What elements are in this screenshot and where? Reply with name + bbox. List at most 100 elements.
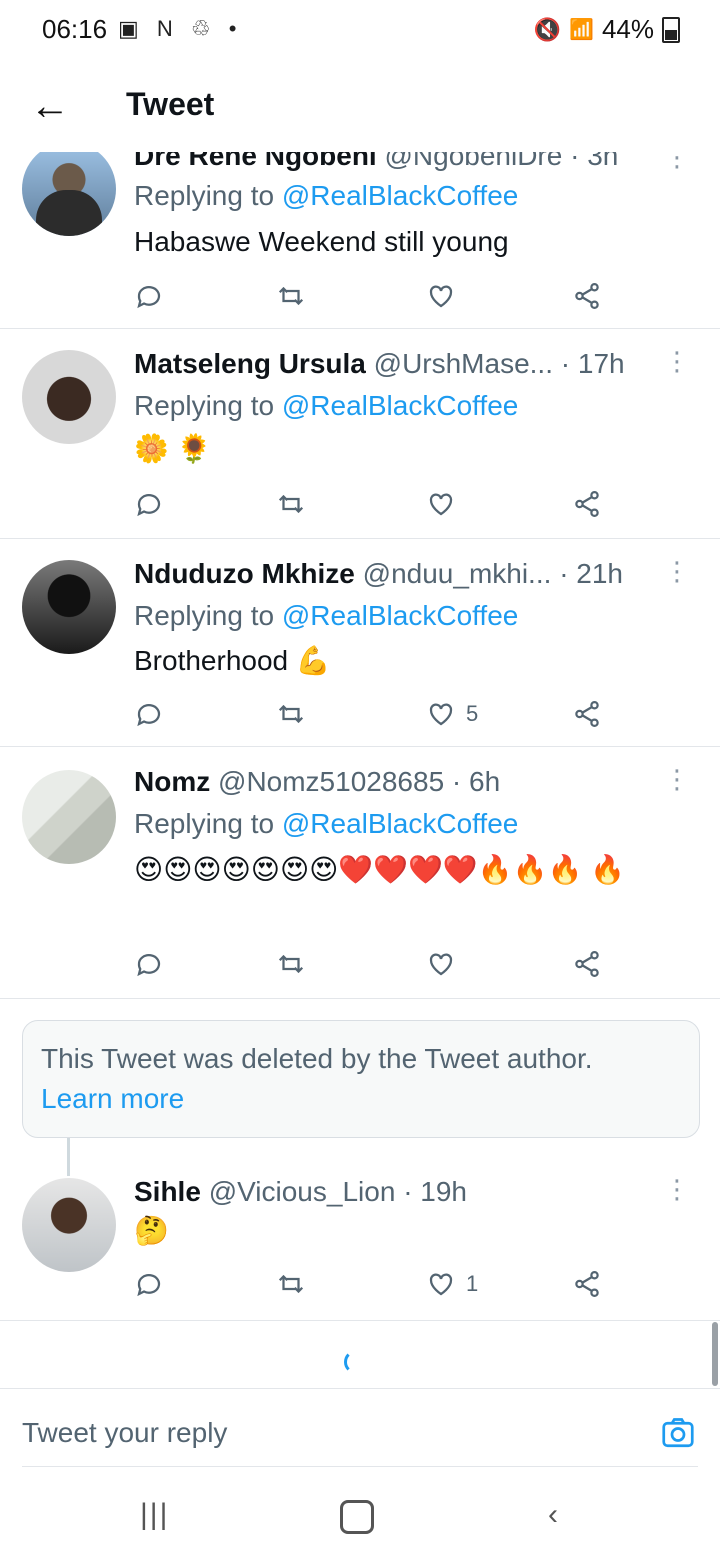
share-icon[interactable] [572, 484, 602, 524]
tweet-time: · 19h [403, 1176, 468, 1207]
avatar[interactable] [22, 560, 116, 654]
learn-more-link[interactable]: Learn more [41, 1083, 184, 1115]
tweet-time: · 21h [559, 558, 624, 589]
more-options-icon[interactable]: ⋮ [664, 1176, 690, 1202]
author-name[interactable]: Sihle [134, 1176, 201, 1207]
tweet-actions [134, 944, 634, 984]
status-time: 06:16 [42, 14, 108, 44]
like-icon[interactable] [426, 276, 466, 316]
loading-spinner-icon [344, 1350, 368, 1374]
tweet-time: · 6h [451, 766, 501, 797]
back-nav-icon[interactable]: ‹ [548, 1498, 558, 1532]
reply-target-link[interactable]: @RealBlackCoffee [282, 808, 518, 839]
author-handle[interactable]: @Nomz51028685 [218, 766, 444, 797]
author-name[interactable]: Nduduzo Mkhize [134, 558, 355, 589]
avatar[interactable] [22, 152, 116, 236]
battery-percent: 44% [601, 14, 654, 44]
author-name[interactable]: Matseleng Ursula [134, 348, 366, 379]
share-icon[interactable] [572, 694, 602, 734]
reply-target-link[interactable]: @RealBlackCoffee [282, 390, 518, 421]
scrollbar-thumb[interactable] [712, 1322, 718, 1386]
reply-icon[interactable] [134, 276, 164, 316]
avatar[interactable] [22, 770, 116, 864]
page-title: Tweet [126, 86, 215, 122]
deleted-notice-text: This Tweet was deleted by the Tweet auth… [41, 1043, 593, 1074]
tweet-actions: 5 [134, 694, 634, 734]
avatar[interactable] [22, 350, 116, 444]
replying-to: Replying to @RealBlackCoffee [134, 600, 518, 632]
reply-icon[interactable] [134, 694, 164, 734]
avatar[interactable] [22, 1178, 116, 1272]
tweet-reply[interactable]: Nomz @Nomz51028685 · 6h ⋮ Replying to @R… [0, 748, 720, 999]
author-handle[interactable]: @NgobeniDre [384, 152, 562, 171]
tweet-meta: Matseleng Ursula @UrshMase... · 17h [134, 348, 625, 380]
retweet-icon[interactable] [276, 1264, 306, 1304]
replying-to-label: Replying to [134, 808, 275, 839]
share-icon[interactable] [572, 1264, 602, 1304]
reply-input[interactable]: Tweet your reply [22, 1417, 227, 1449]
mute-icon: 🔇 [533, 16, 562, 42]
replying-to: Replying to @RealBlackCoffee [134, 180, 518, 212]
tweet-meta: Sihle @Vicious_Lion · 19h [134, 1176, 467, 1208]
tweet-time: · 17h [560, 348, 625, 379]
reply-composer[interactable]: Tweet your reply [0, 1388, 720, 1469]
tweet-reply[interactable]: Sihle @Vicious_Lion · 19h ⋮ 🤔 1 [0, 1160, 720, 1321]
replying-to-label: Replying to [134, 390, 275, 421]
reply-target-link[interactable]: @RealBlackCoffee [282, 600, 518, 631]
battery-icon [662, 16, 680, 43]
like-icon[interactable]: 5 [426, 694, 478, 734]
tweet-reply[interactable]: Dre Rene Ngobeni @NgobeniDre · 3h ⋮ Repl… [0, 152, 720, 329]
notification-icons: ▣ N ♲ • [118, 16, 243, 41]
back-arrow-icon[interactable]: ← [30, 82, 70, 130]
like-icon[interactable]: 1 [426, 1264, 478, 1304]
tweet-time: · 3h [570, 152, 619, 171]
more-options-icon[interactable]: ⋮ [664, 348, 690, 374]
like-count: 5 [466, 701, 479, 726]
reply-target-link[interactable]: @RealBlackCoffee [282, 180, 518, 211]
wifi-signal-icon: 📶 [569, 19, 594, 41]
like-icon[interactable] [426, 944, 466, 984]
retweet-icon[interactable] [276, 276, 306, 316]
status-right: 🔇 📶 44% [534, 14, 680, 45]
recent-apps-icon[interactable]: ||| [140, 1498, 169, 1532]
replying-to: Replying to @RealBlackCoffee [134, 808, 518, 840]
tweet-meta: Nduduzo Mkhize @nduu_mkhi... · 21h [134, 558, 623, 590]
top-app-bar: ← Tweet [0, 62, 720, 152]
tweet-reply[interactable]: Nduduzo Mkhize @nduu_mkhi... · 21h ⋮ Rep… [0, 540, 720, 747]
divider [22, 1466, 698, 1467]
tweet-actions [134, 484, 634, 524]
tweet-text: 🌼 🌻 [134, 433, 212, 464]
replying-to-label: Replying to [134, 180, 275, 211]
tweet-text: 🤔 [134, 1215, 169, 1246]
reply-icon[interactable] [134, 484, 164, 524]
author-name[interactable]: Nomz [134, 766, 210, 797]
author-handle[interactable]: @Vicious_Lion [209, 1176, 396, 1207]
retweet-icon[interactable] [276, 944, 306, 984]
deleted-tweet-notice: This Tweet was deleted by the Tweet auth… [22, 1020, 700, 1138]
retweet-icon[interactable] [276, 694, 306, 734]
more-options-icon[interactable]: ⋮ [664, 558, 690, 584]
retweet-icon[interactable] [276, 484, 306, 524]
reply-icon[interactable] [134, 944, 164, 984]
tweet-meta: Dre Rene Ngobeni @NgobeniDre · 3h [134, 152, 618, 172]
camera-icon[interactable] [660, 1415, 696, 1451]
author-handle[interactable]: @UrshMase... [374, 348, 553, 379]
author-name[interactable]: Dre Rene Ngobeni [134, 152, 377, 171]
more-options-icon[interactable]: ⋮ [664, 766, 690, 792]
reply-icon[interactable] [134, 1264, 164, 1304]
tweet-actions [134, 276, 634, 316]
like-count: 1 [466, 1271, 479, 1296]
more-options-icon[interactable]: ⋮ [664, 152, 690, 170]
tweet-text: 😍😍😍😍😍😍😍❤️❤️❤️❤️🔥🔥🔥 🔥 [134, 854, 626, 885]
like-icon[interactable] [426, 484, 466, 524]
tweet-meta: Nomz @Nomz51028685 · 6h [134, 766, 500, 798]
home-button-icon[interactable] [340, 1500, 374, 1534]
author-handle[interactable]: @nduu_mkhi... [363, 558, 552, 589]
share-icon[interactable] [572, 944, 602, 984]
replying-to-label: Replying to [134, 600, 275, 631]
share-icon[interactable] [572, 276, 602, 316]
tweet-reply[interactable]: Matseleng Ursula @UrshMase... · 17h ⋮ Re… [0, 330, 720, 539]
tweet-actions: 1 [134, 1264, 634, 1304]
replying-to: Replying to @RealBlackCoffee [134, 390, 518, 422]
status-bar: 06:16 ▣ N ♲ • 🔇 📶 44% [0, 0, 720, 58]
